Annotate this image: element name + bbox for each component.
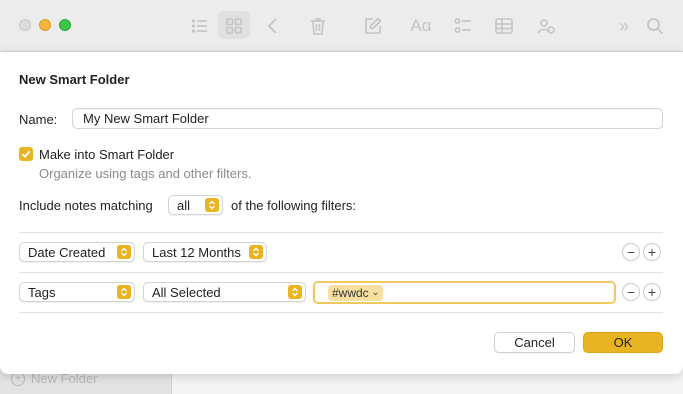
filter-field-value: Tags: [28, 284, 56, 300]
dialog-title: New Smart Folder: [19, 72, 130, 87]
add-filter-button[interactable]: +: [643, 243, 661, 261]
folder-name-input[interactable]: [72, 108, 663, 129]
stepper-chevrons-icon: [117, 245, 131, 259]
name-label: Name:: [19, 112, 58, 127]
filter-condition-popup[interactable]: All Selected: [143, 282, 306, 302]
ok-button[interactable]: OK: [583, 332, 663, 353]
list-view-icon[interactable]: [188, 14, 212, 38]
close-window-button[interactable]: [19, 19, 31, 31]
filter-condition-popup[interactable]: Last 12 Months: [143, 242, 267, 262]
make-smart-folder-label[interactable]: Make into Smart Folder: [39, 147, 174, 162]
more-icon[interactable]: »: [612, 14, 636, 38]
divider: [19, 312, 663, 313]
divider: [19, 232, 663, 233]
chevron-down-icon: ⌄: [371, 287, 380, 297]
minimize-window-button[interactable]: [39, 19, 51, 31]
tag-filter-field[interactable]: #wwdc ⌄: [313, 281, 616, 304]
stepper-chevrons-icon: [117, 285, 131, 299]
search-icon[interactable]: [643, 14, 667, 38]
checklist-icon[interactable]: [451, 14, 475, 38]
back-icon[interactable]: [261, 14, 285, 38]
filter-condition-value: All Selected: [152, 284, 221, 300]
table-icon[interactable]: [492, 14, 516, 38]
tag-token[interactable]: #wwdc ⌄: [328, 284, 384, 301]
stepper-chevrons-icon: [288, 285, 302, 299]
stepper-chevrons-icon: [249, 245, 263, 259]
format-icon[interactable]: Aα: [409, 14, 433, 38]
remove-filter-button[interactable]: −: [622, 243, 640, 261]
filter-field-popup[interactable]: Tags: [19, 282, 135, 302]
make-smart-folder-subtitle: Organize using tags and other filters.: [39, 166, 252, 181]
cancel-button[interactable]: Cancel: [494, 332, 575, 353]
following-filters-label: of the following filters:: [231, 198, 357, 213]
match-mode-popup[interactable]: all: [168, 195, 223, 215]
stepper-chevrons-icon: [205, 198, 219, 212]
zoom-window-button[interactable]: [59, 19, 71, 31]
match-mode-value: all: [177, 197, 191, 213]
include-notes-label: Include notes matching: [19, 198, 153, 213]
filter-field-value: Date Created: [28, 244, 106, 260]
filter-condition-value: Last 12 Months: [152, 244, 241, 260]
window-toolbar: Aα »: [0, 0, 683, 52]
filter-field-popup[interactable]: Date Created: [19, 242, 135, 262]
new-smart-folder-dialog: New Smart Folder Name: Make into Smart F…: [0, 52, 683, 374]
divider: [19, 272, 663, 273]
collaborate-icon[interactable]: [534, 14, 558, 38]
tag-token-label: #wwdc: [332, 285, 369, 300]
add-filter-button[interactable]: +: [643, 283, 661, 301]
compose-icon[interactable]: [361, 14, 385, 38]
make-smart-folder-checkbox[interactable]: [19, 147, 33, 161]
gallery-view-icon[interactable]: [222, 14, 246, 38]
trash-icon[interactable]: [306, 14, 330, 38]
remove-filter-button[interactable]: −: [622, 283, 640, 301]
